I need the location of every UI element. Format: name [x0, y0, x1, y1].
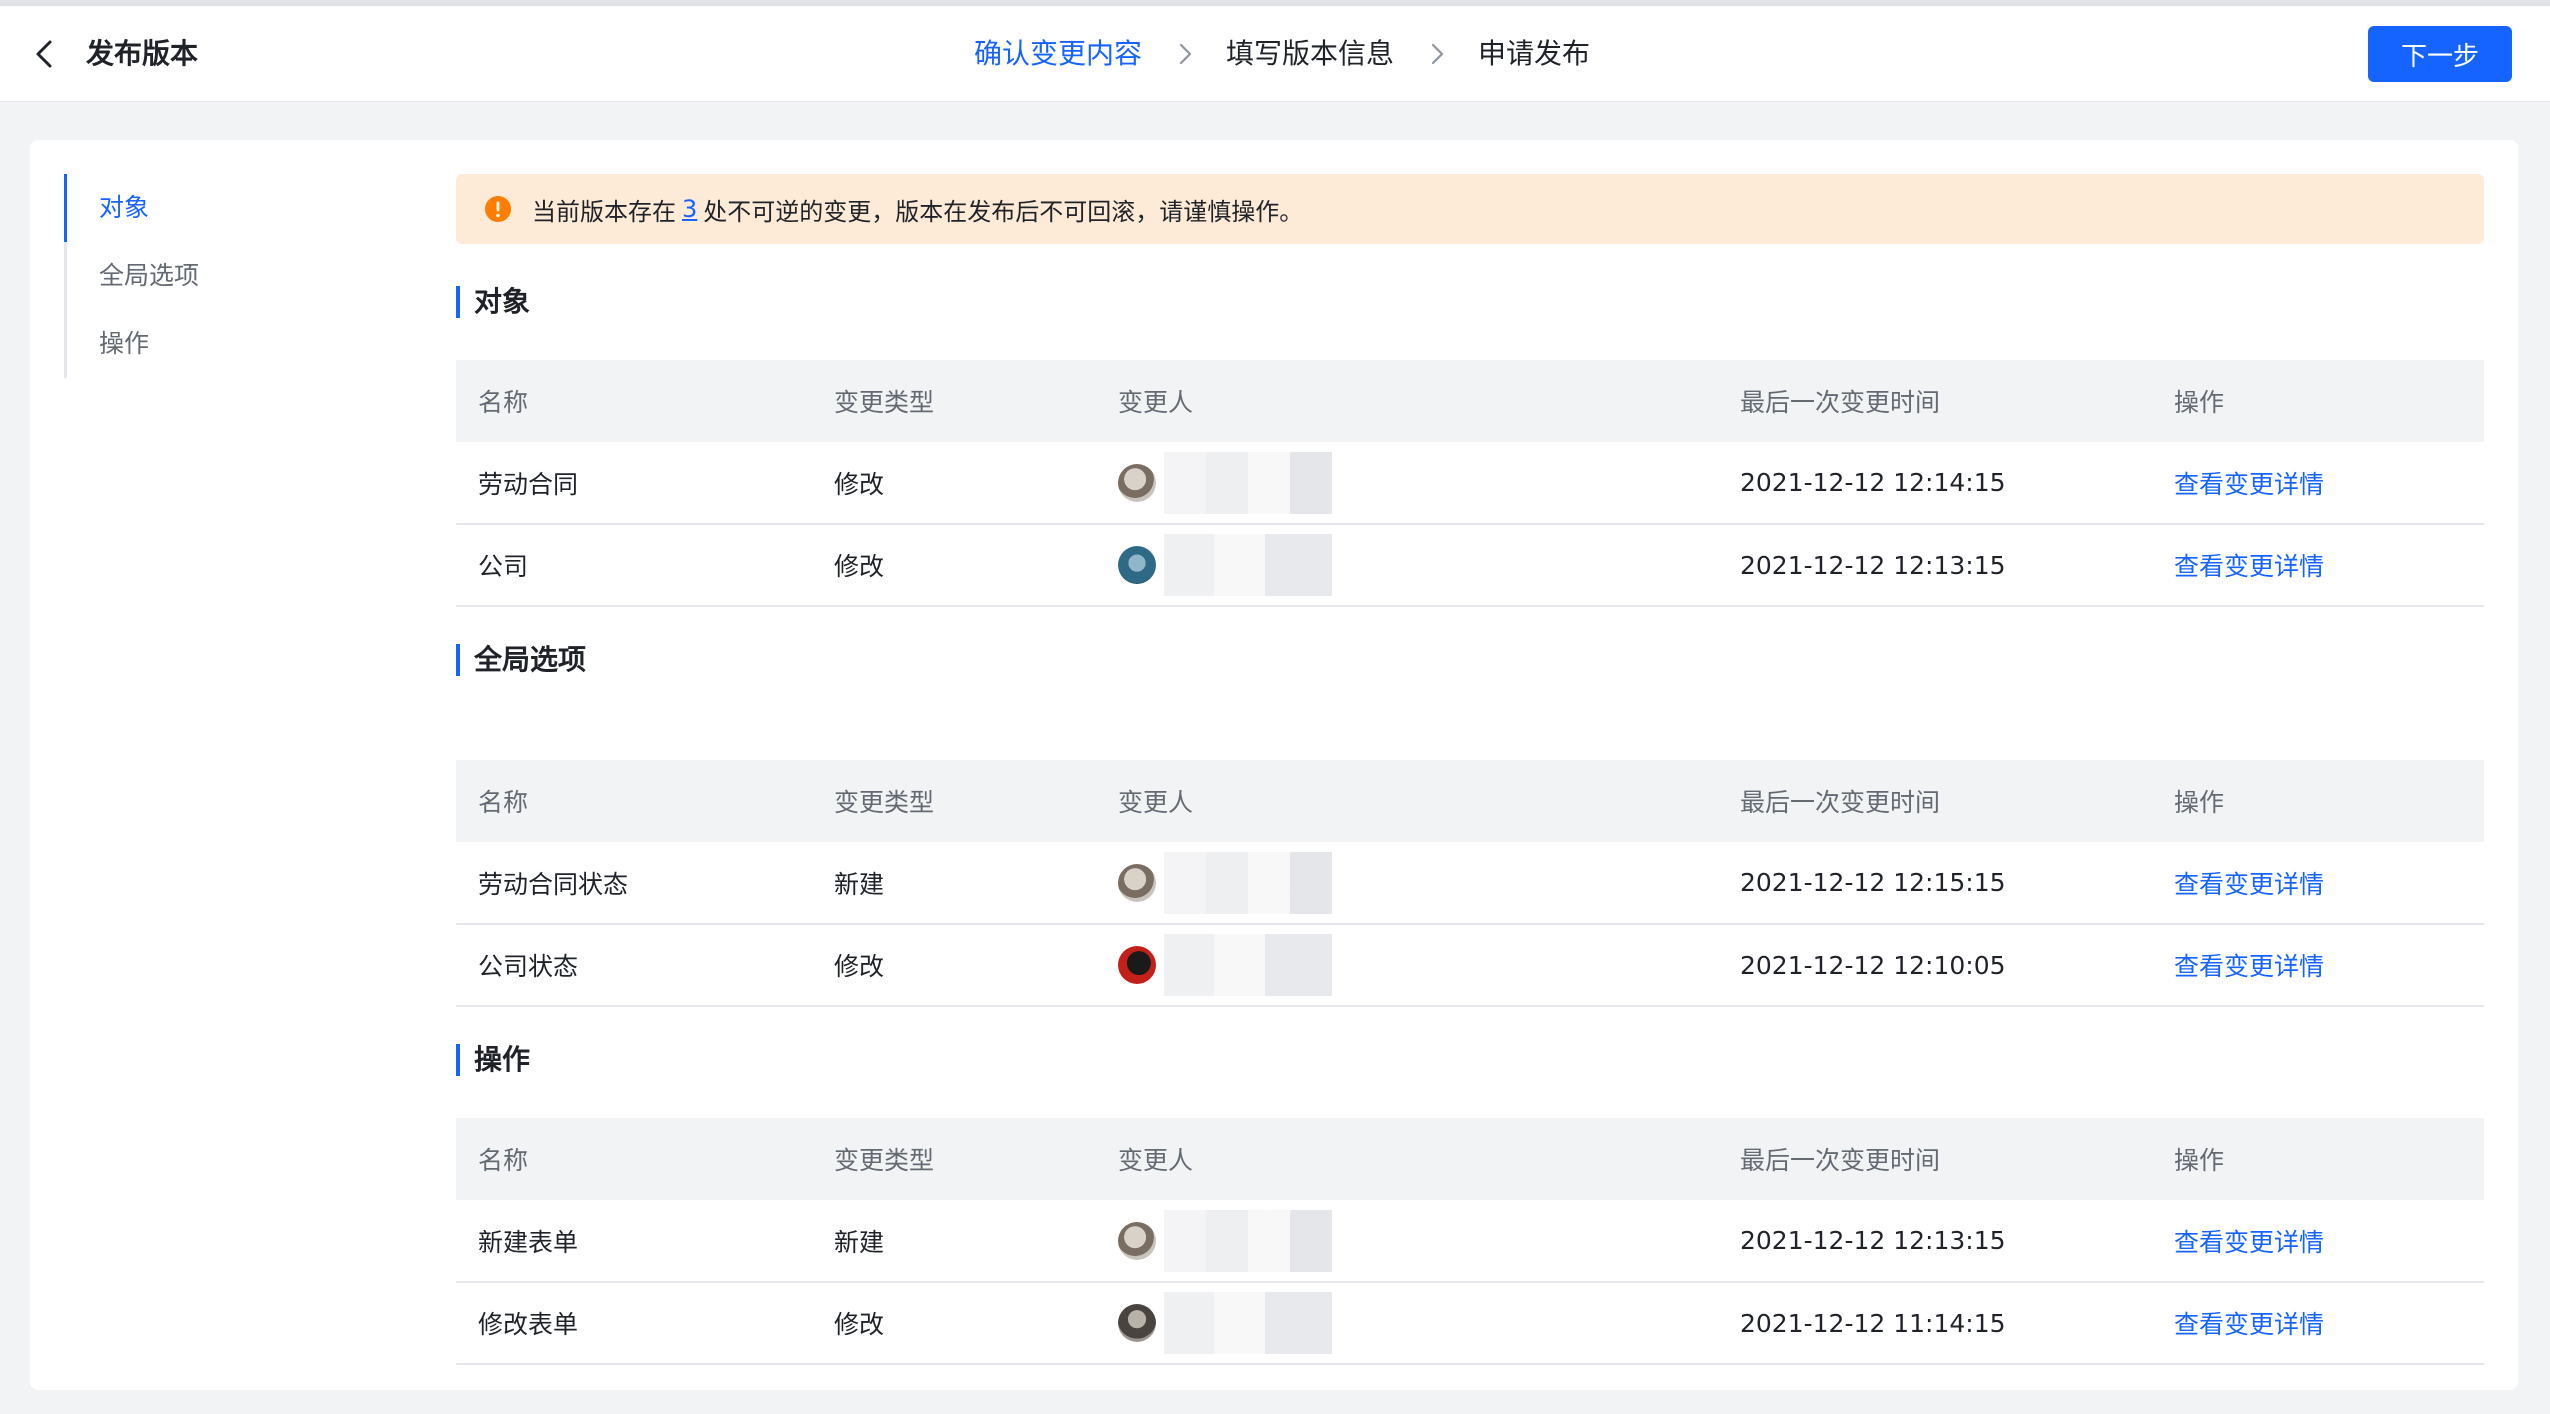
table-row: 公司状态 修改 2021-12-12 12:10:05 查看变更详情: [456, 924, 2484, 1007]
step-confirm-changes: 确认变更内容: [974, 37, 1143, 70]
cell-time: 2021-12-12 12:10:05: [1718, 924, 2152, 1007]
redacted-username: [1164, 934, 1332, 996]
cell-type: 新建: [812, 842, 1096, 925]
cell-user: [1096, 442, 1718, 525]
anchor-nav: 对象 全局选项 操作: [64, 174, 364, 378]
alert-text-prefix: 当前版本存在: [532, 197, 676, 226]
view-change-details-link[interactable]: 查看变更详情: [2174, 552, 2324, 581]
column-header-name: 名称: [456, 1118, 812, 1200]
table-row: 劳动合同状态 新建 2021-12-12 12:15:15 查看变更详情: [456, 842, 2484, 925]
nav-item-objects[interactable]: 对象: [64, 174, 364, 242]
view-change-details-link[interactable]: 查看变更详情: [2174, 1310, 2324, 1339]
alert-text-suffix: 处不可逆的变更，版本在发布后不可回滚，请谨慎操作。: [703, 197, 1304, 226]
view-change-details-link[interactable]: 查看变更详情: [2174, 870, 2324, 899]
avatar: [1118, 463, 1156, 502]
step-indicator: 确认变更内容 填写版本信息 申请发布: [974, 36, 1590, 72]
redacted-username: [1164, 534, 1332, 596]
cell-action: 查看变更详情: [2152, 524, 2484, 607]
table-row: 新建表单 新建 2021-12-12 12:13:15 查看变更详情: [456, 1200, 2484, 1283]
cell-time: 2021-12-12 11:14:15: [1718, 1282, 2152, 1365]
cell-action: 查看变更详情: [2152, 924, 2484, 1007]
cell-name: 公司状态: [456, 924, 812, 1007]
chevron-left-icon: [36, 40, 52, 68]
view-change-details-link[interactable]: 查看变更详情: [2174, 470, 2324, 499]
back-button[interactable]: [26, 34, 66, 74]
cell-type: 修改: [812, 442, 1096, 525]
cell-time: 2021-12-12 12:13:15: [1718, 1200, 2152, 1283]
column-header-time: 最后一次变更时间: [1718, 760, 2152, 842]
column-header-type: 变更类型: [812, 360, 1096, 442]
column-header-user: 变更人: [1096, 760, 1718, 842]
cell-type: 修改: [812, 524, 1096, 607]
chevron-right-icon: [1179, 43, 1192, 65]
cell-user: [1096, 1282, 1718, 1365]
cell-time: 2021-12-12 12:13:15: [1718, 524, 2152, 607]
table-header-row: 名称 变更类型 变更人 最后一次变更时间 操作: [456, 360, 2484, 442]
cell-name: 新建表单: [456, 1200, 812, 1283]
column-header-type: 变更类型: [812, 760, 1096, 842]
step-apply-release: 申请发布: [1478, 37, 1591, 70]
cell-name: 劳动合同状态: [456, 842, 812, 925]
avatar: [1118, 1221, 1156, 1260]
column-header-action: 操作: [2152, 1118, 2484, 1200]
column-header-action: 操作: [2152, 760, 2484, 842]
table-row: 公司 修改 2021-12-12 12:13:15 查看变更详情: [456, 524, 2484, 607]
cell-user: [1096, 1200, 1718, 1283]
column-header-action: 操作: [2152, 360, 2484, 442]
cell-action: 查看变更详情: [2152, 1200, 2484, 1283]
cell-action: 查看变更详情: [2152, 442, 2484, 525]
cell-name: 劳动合同: [456, 442, 812, 525]
chevron-right-icon: [1431, 43, 1444, 65]
cell-action: 查看变更详情: [2152, 842, 2484, 925]
redacted-username: [1164, 1292, 1332, 1354]
avatar: [1118, 546, 1156, 584]
step-version-info: 填写版本信息: [1226, 37, 1395, 70]
redacted-username: [1164, 1209, 1332, 1272]
warning-alert: 当前版本存在 3 处不可逆的变更，版本在发布后不可回滚，请谨慎操作。: [456, 174, 2484, 244]
view-change-details-link[interactable]: 查看变更详情: [2174, 1228, 2324, 1257]
next-step-button[interactable]: 下一步: [2368, 26, 2512, 82]
global-options-table: 名称 变更类型 变更人 最后一次变更时间 操作 劳动合同状态 新建 2021-1…: [456, 760, 2484, 1007]
avatar: [1118, 863, 1156, 902]
content-card: 对象 全局选项 操作 当前版本存在 3 处不可逆的变更，版本在发布后不可回滚，请…: [30, 140, 2518, 1390]
cell-type: 新建: [812, 1200, 1096, 1283]
table-header-row: 名称 变更类型 变更人 最后一次变更时间 操作: [456, 1118, 2484, 1200]
avatar: [1118, 1304, 1156, 1342]
cell-time: 2021-12-12 12:15:15: [1718, 842, 2152, 925]
cell-name: 公司: [456, 524, 812, 607]
warning-icon: [485, 196, 511, 222]
cell-type: 修改: [812, 924, 1096, 1007]
cell-user: [1096, 524, 1718, 607]
cell-type: 修改: [812, 1282, 1096, 1365]
column-header-type: 变更类型: [812, 1118, 1096, 1200]
column-header-time: 最后一次变更时间: [1718, 1118, 2152, 1200]
column-header-time: 最后一次变更时间: [1718, 360, 2152, 442]
section-title-global-options: 全局选项: [456, 644, 586, 676]
header-bar: 发布版本 确认变更内容 填写版本信息 申请发布 下一步: [0, 6, 2550, 102]
section-title-actions: 操作: [456, 1044, 530, 1076]
column-header-user: 变更人: [1096, 1118, 1718, 1200]
table-row: 劳动合同 修改 2021-12-12 12:14:15 查看变更详情: [456, 442, 2484, 525]
avatar: [1118, 946, 1156, 984]
cell-action: 查看变更详情: [2152, 1282, 2484, 1365]
cell-name: 修改表单: [456, 1282, 812, 1365]
cell-time: 2021-12-12 12:14:15: [1718, 442, 2152, 525]
objects-table: 名称 变更类型 变更人 最后一次变更时间 操作 劳动合同 修改 2021-12-…: [456, 360, 2484, 607]
alert-count-link[interactable]: 3: [682, 195, 697, 223]
page-title: 发布版本: [86, 37, 199, 70]
cell-user: [1096, 842, 1718, 925]
table-row: 修改表单 修改 2021-12-12 11:14:15 查看变更详情: [456, 1282, 2484, 1365]
column-header-name: 名称: [456, 360, 812, 442]
column-header-name: 名称: [456, 760, 812, 842]
redacted-username: [1164, 451, 1332, 514]
nav-item-actions[interactable]: 操作: [64, 310, 364, 378]
table-header-row: 名称 变更类型 变更人 最后一次变更时间 操作: [456, 760, 2484, 842]
view-change-details-link[interactable]: 查看变更详情: [2174, 952, 2324, 981]
section-title-objects: 对象: [456, 286, 530, 318]
redacted-username: [1164, 851, 1332, 914]
nav-item-global-options[interactable]: 全局选项: [64, 242, 364, 310]
column-header-user: 变更人: [1096, 360, 1718, 442]
actions-table: 名称 变更类型 变更人 最后一次变更时间 操作 新建表单 新建 2021-12-…: [456, 1118, 2484, 1365]
cell-user: [1096, 924, 1718, 1007]
